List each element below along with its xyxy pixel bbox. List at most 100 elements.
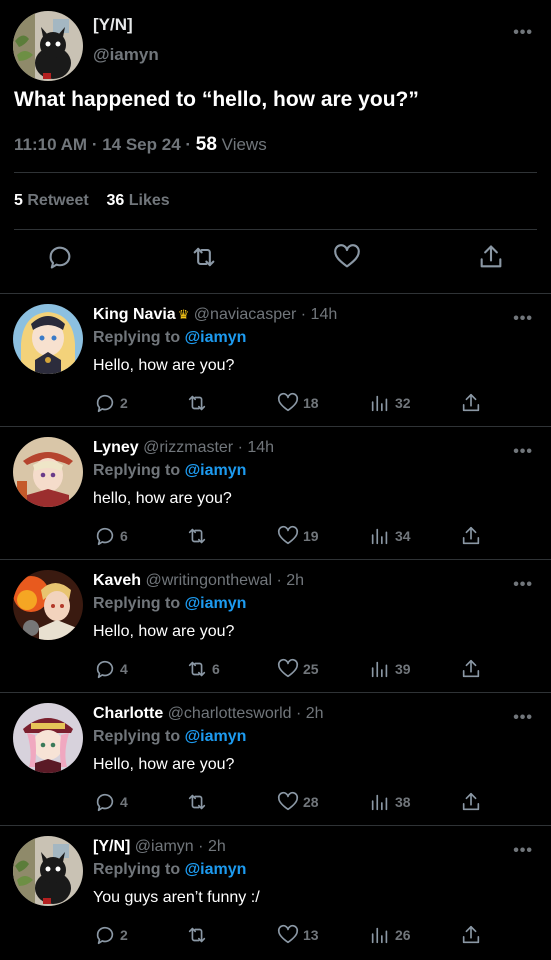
like-button[interactable]: 13 <box>277 924 319 946</box>
reply-text: Hello, how are you? <box>93 756 235 773</box>
reply-tweet[interactable]: King Navia ♛ @naviacasper · 14h ••• Reply… <box>0 294 551 427</box>
timestamp: 2h <box>207 838 226 855</box>
replying-to-link[interactable]: @iamyn <box>185 595 247 612</box>
author-handle[interactable]: @writingonthewal <box>145 572 272 589</box>
reply-header: Charlotte @charlottesworld · 2h <box>93 705 324 722</box>
views-icon <box>371 528 388 545</box>
share-button[interactable] <box>460 791 482 813</box>
heart-icon <box>277 392 299 412</box>
views-button[interactable]: 39 <box>369 658 411 680</box>
like-button[interactable]: 25 <box>277 658 319 680</box>
replying-to: Replying to @iamyn <box>93 595 247 612</box>
likes-stat[interactable]: 36 Likes <box>107 192 170 209</box>
author-name[interactable]: King Navia <box>93 306 176 323</box>
replying-to-link[interactable]: @iamyn <box>185 861 247 878</box>
views-button[interactable]: 32 <box>369 392 411 414</box>
comment-icon <box>96 394 114 413</box>
heart-icon <box>277 658 299 678</box>
author-handle[interactable]: @naviacasper <box>194 306 297 323</box>
views-button[interactable]: 38 <box>369 791 411 813</box>
avatar[interactable] <box>13 437 83 507</box>
main-author-handle[interactable]: @iamyn <box>93 45 159 65</box>
like-button[interactable]: 19 <box>277 525 319 547</box>
views-count: 38 <box>395 794 411 810</box>
avatar[interactable] <box>13 304 83 374</box>
main-author-name[interactable]: [Y/N] <box>93 15 133 35</box>
comment-icon[interactable] <box>46 243 74 271</box>
avatar[interactable] <box>13 703 83 773</box>
divider <box>14 229 537 230</box>
reply-tweet[interactable]: [Y/N] @iamyn · 2h ••• Replying to @iamyn… <box>0 826 551 959</box>
retweet-button[interactable] <box>186 791 212 813</box>
comment-icon <box>96 527 114 546</box>
more-icon[interactable]: ••• <box>513 443 533 461</box>
main-tweet-meta: 11:10 AM · 14 Sep 24 · 58 Views <box>14 134 267 155</box>
heart-icon[interactable] <box>333 243 361 271</box>
retweet-button[interactable] <box>186 392 212 414</box>
views-count: 26 <box>395 927 411 943</box>
retweet-icon <box>188 661 206 677</box>
reply-text: hello, how are you? <box>93 490 232 507</box>
retweet-icon[interactable] <box>190 243 218 271</box>
like-button[interactable]: 18 <box>277 392 319 414</box>
reply-header: King Navia ♛ @naviacasper · 14h <box>93 306 338 323</box>
author-handle[interactable]: @rizzmaster <box>143 439 233 456</box>
more-icon[interactable]: ••• <box>513 576 533 594</box>
comment-icon <box>96 793 114 812</box>
views-count: 58 <box>195 134 217 155</box>
comment-button[interactable]: 4 <box>94 658 128 680</box>
views-label: Views <box>221 135 267 154</box>
share-button[interactable] <box>460 924 482 946</box>
comment-count: 6 <box>120 528 128 544</box>
views-button[interactable]: 26 <box>369 924 411 946</box>
comment-button[interactable]: 4 <box>94 791 128 813</box>
main-avatar[interactable] <box>13 11 83 81</box>
timestamp: 14h <box>247 439 275 456</box>
tweet-time: 11:10 AM <box>14 135 88 154</box>
more-icon[interactable]: ••• <box>513 310 533 328</box>
heart-icon <box>277 924 299 944</box>
avatar[interactable] <box>13 570 83 640</box>
avatar[interactable] <box>13 836 83 906</box>
share-button[interactable] <box>460 525 482 547</box>
replying-to: Replying to @iamyn <box>93 861 247 878</box>
retweet-button[interactable] <box>186 525 212 547</box>
retweet-stat[interactable]: 5 Retweet <box>14 192 89 209</box>
more-icon[interactable]: ••• <box>513 709 533 727</box>
author-handle[interactable]: @iamyn <box>135 838 194 855</box>
author-name[interactable]: [Y/N] <box>93 838 130 855</box>
comment-button[interactable]: 6 <box>94 525 128 547</box>
replying-to-link[interactable]: @iamyn <box>185 462 247 479</box>
share-button[interactable] <box>460 392 482 414</box>
reply-tweet[interactable]: Charlotte @charlottesworld · 2h ••• Repl… <box>0 693 551 826</box>
reply-tweet[interactable]: Lyney @rizzmaster · 14h ••• Replying to … <box>0 427 551 560</box>
comment-button[interactable]: 2 <box>94 924 128 946</box>
action-bar: 4 28 38 <box>0 791 551 815</box>
author-name[interactable]: Lyney <box>93 439 139 456</box>
retweet-icon <box>188 395 206 411</box>
replying-to-link[interactable]: @iamyn <box>185 728 247 745</box>
reply-tweet[interactable]: Kaveh @writingonthewal · 2h ••• Replying… <box>0 560 551 693</box>
comment-button[interactable]: 2 <box>94 392 128 414</box>
replying-to-link[interactable]: @iamyn <box>185 329 247 346</box>
action-bar: 6 19 34 <box>0 525 551 549</box>
more-icon[interactable]: ••• <box>513 24 533 42</box>
comment-count: 4 <box>120 661 128 677</box>
replying-to: Replying to @iamyn <box>93 728 247 745</box>
engagement-stats: 5 Retweet 36 Likes <box>14 192 170 210</box>
like-button[interactable]: 28 <box>277 791 319 813</box>
author-handle[interactable]: @charlottesworld <box>168 705 292 722</box>
more-icon[interactable]: ••• <box>513 842 533 860</box>
author-name[interactable]: Kaveh <box>93 572 141 589</box>
share-icon <box>462 526 480 545</box>
retweet-button[interactable] <box>186 924 212 946</box>
retweet-button[interactable]: 6 <box>186 658 220 680</box>
share-icon[interactable] <box>477 243 505 271</box>
replying-to: Replying to @iamyn <box>93 329 247 346</box>
share-button[interactable] <box>460 658 482 680</box>
timestamp: 14h <box>310 306 338 323</box>
heart-icon <box>277 525 299 545</box>
action-bar: 2 18 32 <box>0 392 551 416</box>
views-button[interactable]: 34 <box>369 525 411 547</box>
author-name[interactable]: Charlotte <box>93 705 163 722</box>
